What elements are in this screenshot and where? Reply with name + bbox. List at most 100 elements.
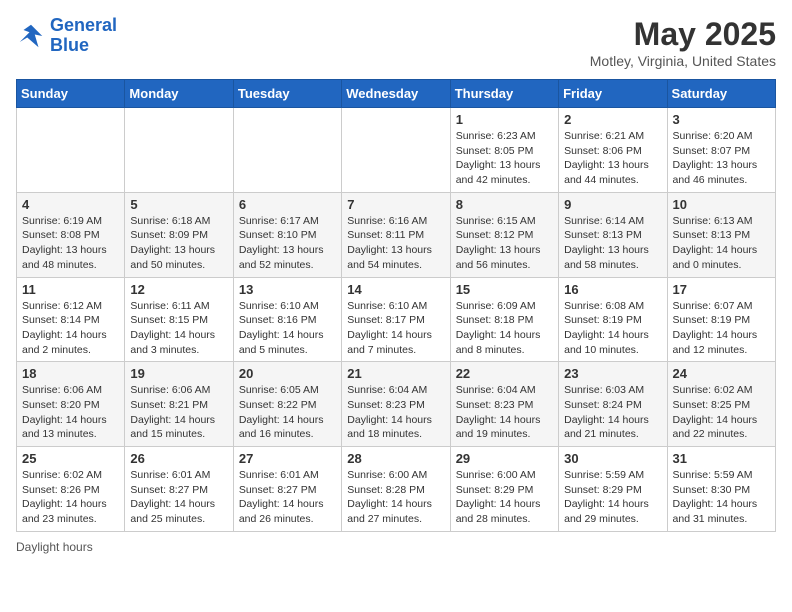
calendar-day-cell: 4 Sunrise: 6:19 AM Sunset: 8:08 PM Daylig… [17,192,125,277]
calendar-day-cell: 18 Sunrise: 6:06 AM Sunset: 8:20 PM Dayli… [17,362,125,447]
day-number: 17 [673,282,770,297]
calendar-day-cell: 31 Sunrise: 5:59 AM Sunset: 8:30 PM Dayli… [667,447,775,532]
calendar-day-cell: 30Sunrise: 5:59 AM Sunset: 8:29 PM Dayli… [559,447,667,532]
day-info: Sunrise: 6:16 AM Sunset: 8:11 PM Dayligh… [347,214,444,273]
calendar-day-cell [233,108,341,193]
day-number: 31 [673,451,770,466]
day-info: Sunrise: 6:09 AM Sunset: 8:18 PM Dayligh… [456,299,553,358]
day-number: 19 [130,366,227,381]
calendar-day-cell [125,108,233,193]
day-info: Sunrise: 6:01 AM Sunset: 8:27 PM Dayligh… [130,468,227,527]
day-number: 12 [130,282,227,297]
day-info: Sunrise: 6:00 AM Sunset: 8:28 PM Dayligh… [347,468,444,527]
calendar-header-cell: Tuesday [233,80,341,108]
day-number: 3 [673,112,770,127]
day-number: 14 [347,282,444,297]
day-number: 20 [239,366,336,381]
calendar-week-row: 4 Sunrise: 6:19 AM Sunset: 8:08 PM Daylig… [17,192,776,277]
logo-line2: Blue [50,35,89,55]
day-info: Sunrise: 6:05 AM Sunset: 8:22 PM Dayligh… [239,383,336,442]
calendar-day-cell: 6Sunrise: 6:17 AM Sunset: 8:10 PM Daylig… [233,192,341,277]
day-info: Sunrise: 6:14 AM Sunset: 8:13 PM Dayligh… [564,214,661,273]
day-info: Sunrise: 6:13 AM Sunset: 8:13 PM Dayligh… [673,214,770,273]
calendar-day-cell: 25Sunrise: 6:02 AM Sunset: 8:26 PM Dayli… [17,447,125,532]
calendar-week-row: 1Sunrise: 6:23 AM Sunset: 8:05 PM Daylig… [17,108,776,193]
day-info: Sunrise: 6:19 AM Sunset: 8:08 PM Dayligh… [22,214,119,273]
calendar-table: SundayMondayTuesdayWednesdayThursdayFrid… [16,79,776,532]
day-number: 23 [564,366,661,381]
day-number: 22 [456,366,553,381]
day-info: Sunrise: 5:59 AM Sunset: 8:30 PM Dayligh… [673,468,770,527]
calendar-day-cell: 24 Sunrise: 6:02 AM Sunset: 8:25 PM Dayli… [667,362,775,447]
header: General Blue May 2025 Motley, Virginia, … [16,16,776,69]
day-info: Sunrise: 6:15 AM Sunset: 8:12 PM Dayligh… [456,214,553,273]
calendar-day-cell: 13 Sunrise: 6:10 AM Sunset: 8:16 PM Dayli… [233,277,341,362]
calendar-day-cell: 19 Sunrise: 6:06 AM Sunset: 8:21 PM Dayli… [125,362,233,447]
calendar-day-cell: 11Sunrise: 6:12 AM Sunset: 8:14 PM Dayli… [17,277,125,362]
calendar-day-cell: 23 Sunrise: 6:03 AM Sunset: 8:24 PM Dayli… [559,362,667,447]
footer-note-text: Daylight hours [16,540,93,554]
day-number: 16 [564,282,661,297]
day-number: 26 [130,451,227,466]
calendar-header-cell: Thursday [450,80,558,108]
day-info: Sunrise: 6:10 AM Sunset: 8:17 PM Dayligh… [347,299,444,358]
logo: General Blue [16,16,117,56]
day-number: 2 [564,112,661,127]
calendar-day-cell: 17Sunrise: 6:07 AM Sunset: 8:19 PM Dayli… [667,277,775,362]
day-number: 15 [456,282,553,297]
page-subtitle: Motley, Virginia, United States [590,53,776,69]
day-info: Sunrise: 6:04 AM Sunset: 8:23 PM Dayligh… [456,383,553,442]
day-info: Sunrise: 6:18 AM Sunset: 8:09 PM Dayligh… [130,214,227,273]
day-number: 10 [673,197,770,212]
calendar-week-row: 18 Sunrise: 6:06 AM Sunset: 8:20 PM Dayli… [17,362,776,447]
calendar-header-cell: Friday [559,80,667,108]
calendar-day-cell [17,108,125,193]
day-number: 4 [22,197,119,212]
calendar-day-cell: 2 Sunrise: 6:21 AM Sunset: 8:06 PM Daylig… [559,108,667,193]
footer-note: Daylight hours [16,540,776,554]
calendar-day-cell [342,108,450,193]
calendar-day-cell: 7 Sunrise: 6:16 AM Sunset: 8:11 PM Daylig… [342,192,450,277]
day-number: 13 [239,282,336,297]
calendar-day-cell: 14 Sunrise: 6:10 AM Sunset: 8:17 PM Dayli… [342,277,450,362]
day-number: 9 [564,197,661,212]
calendar-day-cell: 1Sunrise: 6:23 AM Sunset: 8:05 PM Daylig… [450,108,558,193]
day-info: Sunrise: 6:10 AM Sunset: 8:16 PM Dayligh… [239,299,336,358]
day-info: Sunrise: 6:06 AM Sunset: 8:21 PM Dayligh… [130,383,227,442]
calendar-day-cell: 26 Sunrise: 6:01 AM Sunset: 8:27 PM Dayli… [125,447,233,532]
calendar-day-cell: 15 Sunrise: 6:09 AM Sunset: 8:18 PM Dayli… [450,277,558,362]
day-number: 24 [673,366,770,381]
day-number: 28 [347,451,444,466]
day-info: Sunrise: 6:01 AM Sunset: 8:27 PM Dayligh… [239,468,336,527]
logo-line1: General [50,15,117,35]
day-number: 5 [130,197,227,212]
day-info: Sunrise: 6:03 AM Sunset: 8:24 PM Dayligh… [564,383,661,442]
calendar-day-cell: 28 Sunrise: 6:00 AM Sunset: 8:28 PM Dayli… [342,447,450,532]
calendar-day-cell: 21Sunrise: 6:04 AM Sunset: 8:23 PM Dayli… [342,362,450,447]
calendar-day-cell: 9 Sunrise: 6:14 AM Sunset: 8:13 PM Daylig… [559,192,667,277]
calendar-day-cell: 20 Sunrise: 6:05 AM Sunset: 8:22 PM Dayli… [233,362,341,447]
calendar-header-cell: Wednesday [342,80,450,108]
day-number: 7 [347,197,444,212]
calendar-day-cell: 5 Sunrise: 6:18 AM Sunset: 8:09 PM Daylig… [125,192,233,277]
day-info: Sunrise: 6:06 AM Sunset: 8:20 PM Dayligh… [22,383,119,442]
day-number: 18 [22,366,119,381]
calendar-day-cell: 3Sunrise: 6:20 AM Sunset: 8:07 PM Daylig… [667,108,775,193]
day-number: 30 [564,451,661,466]
day-info: Sunrise: 6:08 AM Sunset: 8:19 PM Dayligh… [564,299,661,358]
day-info: Sunrise: 6:02 AM Sunset: 8:25 PM Dayligh… [673,383,770,442]
day-info: Sunrise: 6:11 AM Sunset: 8:15 PM Dayligh… [130,299,227,358]
calendar-day-cell: 22 Sunrise: 6:04 AM Sunset: 8:23 PM Dayli… [450,362,558,447]
day-number: 21 [347,366,444,381]
calendar-day-cell: 27Sunrise: 6:01 AM Sunset: 8:27 PM Dayli… [233,447,341,532]
calendar-day-cell: 8Sunrise: 6:15 AM Sunset: 8:12 PM Daylig… [450,192,558,277]
calendar-week-row: 25Sunrise: 6:02 AM Sunset: 8:26 PM Dayli… [17,447,776,532]
calendar-header-cell: Sunday [17,80,125,108]
title-area: May 2025 Motley, Virginia, United States [590,16,776,69]
day-info: Sunrise: 6:17 AM Sunset: 8:10 PM Dayligh… [239,214,336,273]
day-info: Sunrise: 6:21 AM Sunset: 8:06 PM Dayligh… [564,129,661,188]
calendar-header-cell: Saturday [667,80,775,108]
calendar-header-cell: Monday [125,80,233,108]
day-info: Sunrise: 6:00 AM Sunset: 8:29 PM Dayligh… [456,468,553,527]
page-title: May 2025 [590,16,776,53]
